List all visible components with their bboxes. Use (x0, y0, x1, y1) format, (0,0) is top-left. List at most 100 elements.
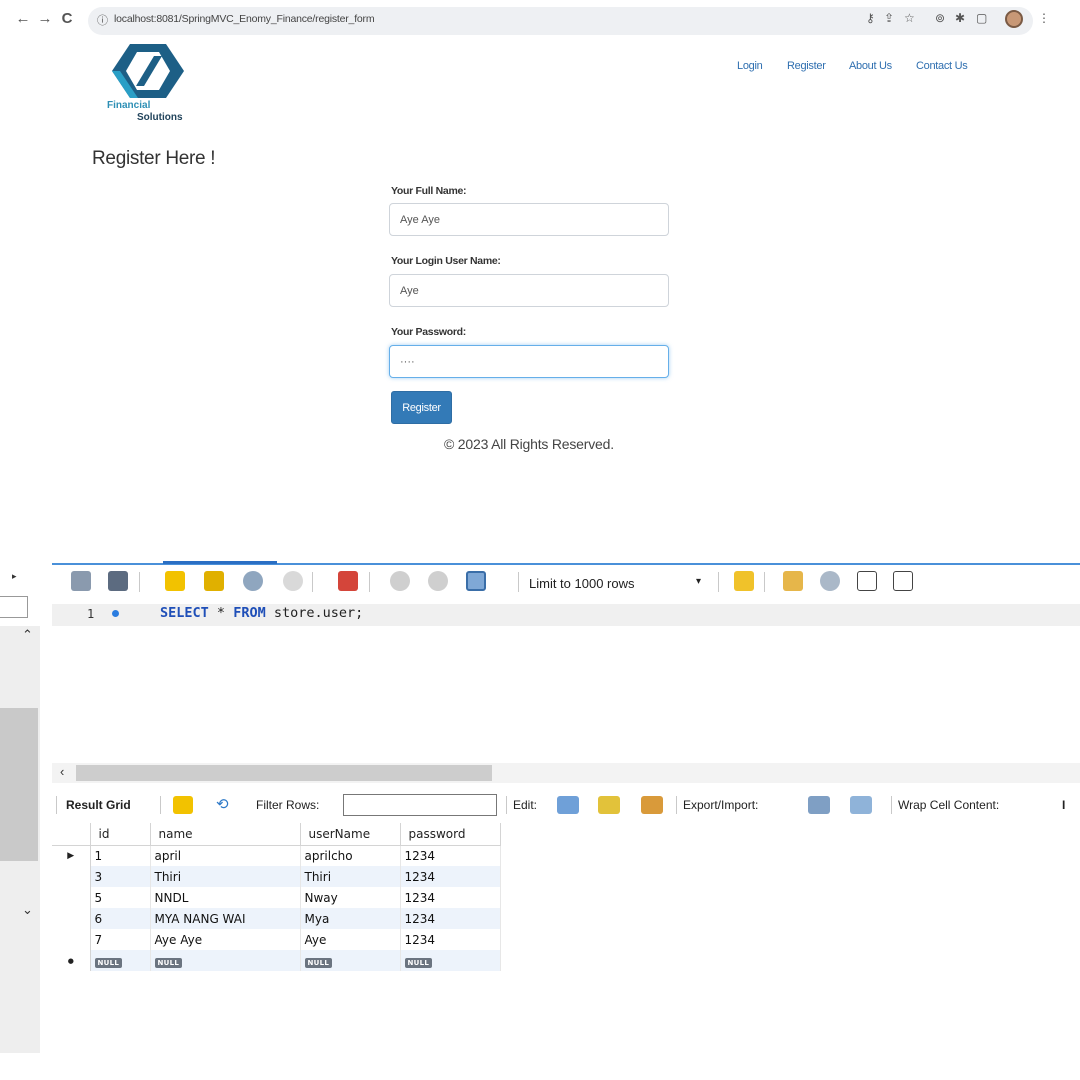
collapse-arrow-icon[interactable]: ▸ (12, 571, 17, 582)
cell-password[interactable]: 1234 (400, 866, 501, 887)
back-button[interactable]: ← (14, 10, 32, 27)
new-row[interactable]: ● NULL NULL NULL NULL (52, 950, 501, 971)
invisible-chars-icon[interactable] (857, 571, 877, 591)
nav-register-link[interactable]: Register (787, 60, 826, 72)
column-header-username[interactable]: userName (300, 823, 401, 846)
sql-table: store.user; (273, 605, 364, 621)
cell-name[interactable]: NNDL (150, 887, 301, 908)
table-row[interactable]: 7 Aye Aye Aye 1234 (52, 929, 501, 950)
nav-login-link[interactable]: Login (737, 60, 763, 72)
key-icon[interactable]: ⚷ (866, 11, 875, 25)
nav-about-link[interactable]: About Us (849, 60, 892, 72)
cell-username[interactable]: Mya (300, 908, 401, 929)
cell-username[interactable]: Thiri (300, 866, 401, 887)
column-header-password[interactable]: password (400, 823, 501, 846)
refresh-icon[interactable]: ⟲ (216, 795, 229, 813)
share-icon[interactable]: ⇪ (884, 11, 894, 25)
stop-icon[interactable] (283, 571, 303, 591)
puzzle-icon[interactable]: ✱ (955, 11, 965, 25)
wrap-lines-icon[interactable] (893, 571, 913, 591)
beautify-brush-icon[interactable] (783, 571, 803, 591)
cell-password[interactable]: 1234 (400, 887, 501, 908)
cell-id-null[interactable]: NULL (90, 950, 151, 971)
extension-icon[interactable]: ⊚ (935, 11, 945, 25)
open-folder-icon[interactable] (71, 571, 91, 591)
add-snippet-star-icon[interactable] (734, 571, 754, 591)
cell-username[interactable]: Nway (300, 887, 401, 908)
scroll-left-icon[interactable]: ‹ (60, 764, 64, 779)
cell-id[interactable]: 7 (90, 929, 151, 950)
result-grid: id name userName password ▶ 1 april apri… (52, 823, 501, 971)
rollback-icon[interactable] (428, 571, 448, 591)
column-header-name[interactable]: name (150, 823, 301, 846)
execute-lightning-icon[interactable] (165, 571, 185, 591)
cell-name-null[interactable]: NULL (150, 950, 301, 971)
cell-username[interactable]: aprilcho (300, 845, 401, 866)
sql-select-keyword: SELECT (160, 605, 209, 621)
logo-text-financial: Financial (107, 100, 151, 111)
cell-name[interactable]: MYA NANG WAI (150, 908, 301, 929)
site-info-icon[interactable]: ⓘ (97, 12, 108, 28)
edit-row-icon[interactable] (557, 796, 579, 814)
bookmark-star-icon[interactable]: ☆ (904, 11, 915, 25)
cell-username-null[interactable]: NULL (300, 950, 401, 971)
toolbar-separator (139, 572, 140, 592)
profile-avatar[interactable] (1005, 10, 1023, 28)
filter-rows-label: Filter Rows: (256, 798, 320, 812)
forward-button[interactable]: → (36, 10, 54, 27)
password-input[interactable] (389, 345, 669, 378)
cell-id[interactable]: 1 (90, 845, 151, 866)
save-icon[interactable] (108, 571, 128, 591)
limit-rows-select[interactable]: Limit to 1000 rows (529, 576, 635, 591)
table-row[interactable]: 6 MYA NANG WAI Mya 1234 (52, 908, 501, 929)
sql-star: * (216, 605, 226, 621)
table-row[interactable]: 3 Thiri Thiri 1234 (52, 866, 501, 887)
register-button[interactable]: Register (391, 391, 452, 424)
delete-row-icon[interactable] (641, 796, 663, 814)
table-row[interactable]: 5 NNDL Nway 1234 (52, 887, 501, 908)
nav-contact-link[interactable]: Contact Us (916, 60, 968, 72)
wrap-toggle-icon[interactable]: I (1062, 798, 1065, 812)
toggle-error-icon[interactable] (338, 571, 358, 591)
table-row[interactable]: ▶ 1 april aprilcho 1234 (52, 845, 501, 866)
result-grid-tab[interactable]: Result Grid (66, 798, 131, 812)
wrap-cell-label: Wrap Cell Content: (898, 798, 1000, 812)
navigator-box[interactable] (0, 596, 28, 618)
sidepanel-icon[interactable]: ▢ (976, 11, 987, 25)
import-icon[interactable] (850, 796, 872, 814)
commit-icon[interactable] (390, 571, 410, 591)
horizontal-scroll-thumb[interactable] (76, 765, 492, 781)
execute-current-icon[interactable] (204, 571, 224, 591)
cell-username[interactable]: Aye (300, 929, 401, 950)
find-magnifier-icon[interactable] (820, 571, 840, 591)
filter-rows-input[interactable] (343, 794, 497, 816)
vertical-scroll-thumb[interactable] (0, 708, 38, 861)
scroll-up-icon[interactable]: ⌃ (22, 627, 33, 643)
cell-password[interactable]: 1234 (400, 929, 501, 950)
cell-password-null[interactable]: NULL (400, 950, 501, 971)
url-text[interactable]: localhost:8081/SpringMVC_Enomy_Finance/r… (114, 13, 375, 25)
cell-id[interactable]: 3 (90, 866, 151, 887)
toolbar-separator (518, 572, 519, 592)
sql-query[interactable]: SELECT * FROM store.user; (160, 605, 363, 621)
menu-icon[interactable]: ⋮ (1038, 11, 1050, 25)
grid-layout-icon[interactable] (173, 796, 193, 814)
chevron-down-icon[interactable]: ▾ (696, 576, 701, 587)
scroll-down-icon[interactable]: ⌄ (22, 902, 33, 918)
column-header-id[interactable]: id (90, 823, 151, 846)
cell-password[interactable]: 1234 (400, 845, 501, 866)
cell-id[interactable]: 6 (90, 908, 151, 929)
cell-password[interactable]: 1234 (400, 908, 501, 929)
add-row-icon[interactable] (598, 796, 620, 814)
explain-magnifier-icon[interactable] (243, 571, 263, 591)
username-input[interactable] (389, 274, 669, 307)
new-row-indicator-icon: ● (52, 950, 91, 971)
reload-button[interactable]: C (58, 10, 76, 27)
cell-name[interactable]: Aye Aye (150, 929, 301, 950)
autocommit-toggle-icon[interactable] (466, 571, 486, 591)
full-name-input[interactable] (389, 203, 669, 236)
cell-name[interactable]: april (150, 845, 301, 866)
cell-id[interactable]: 5 (90, 887, 151, 908)
export-icon[interactable] (808, 796, 830, 814)
cell-name[interactable]: Thiri (150, 866, 301, 887)
